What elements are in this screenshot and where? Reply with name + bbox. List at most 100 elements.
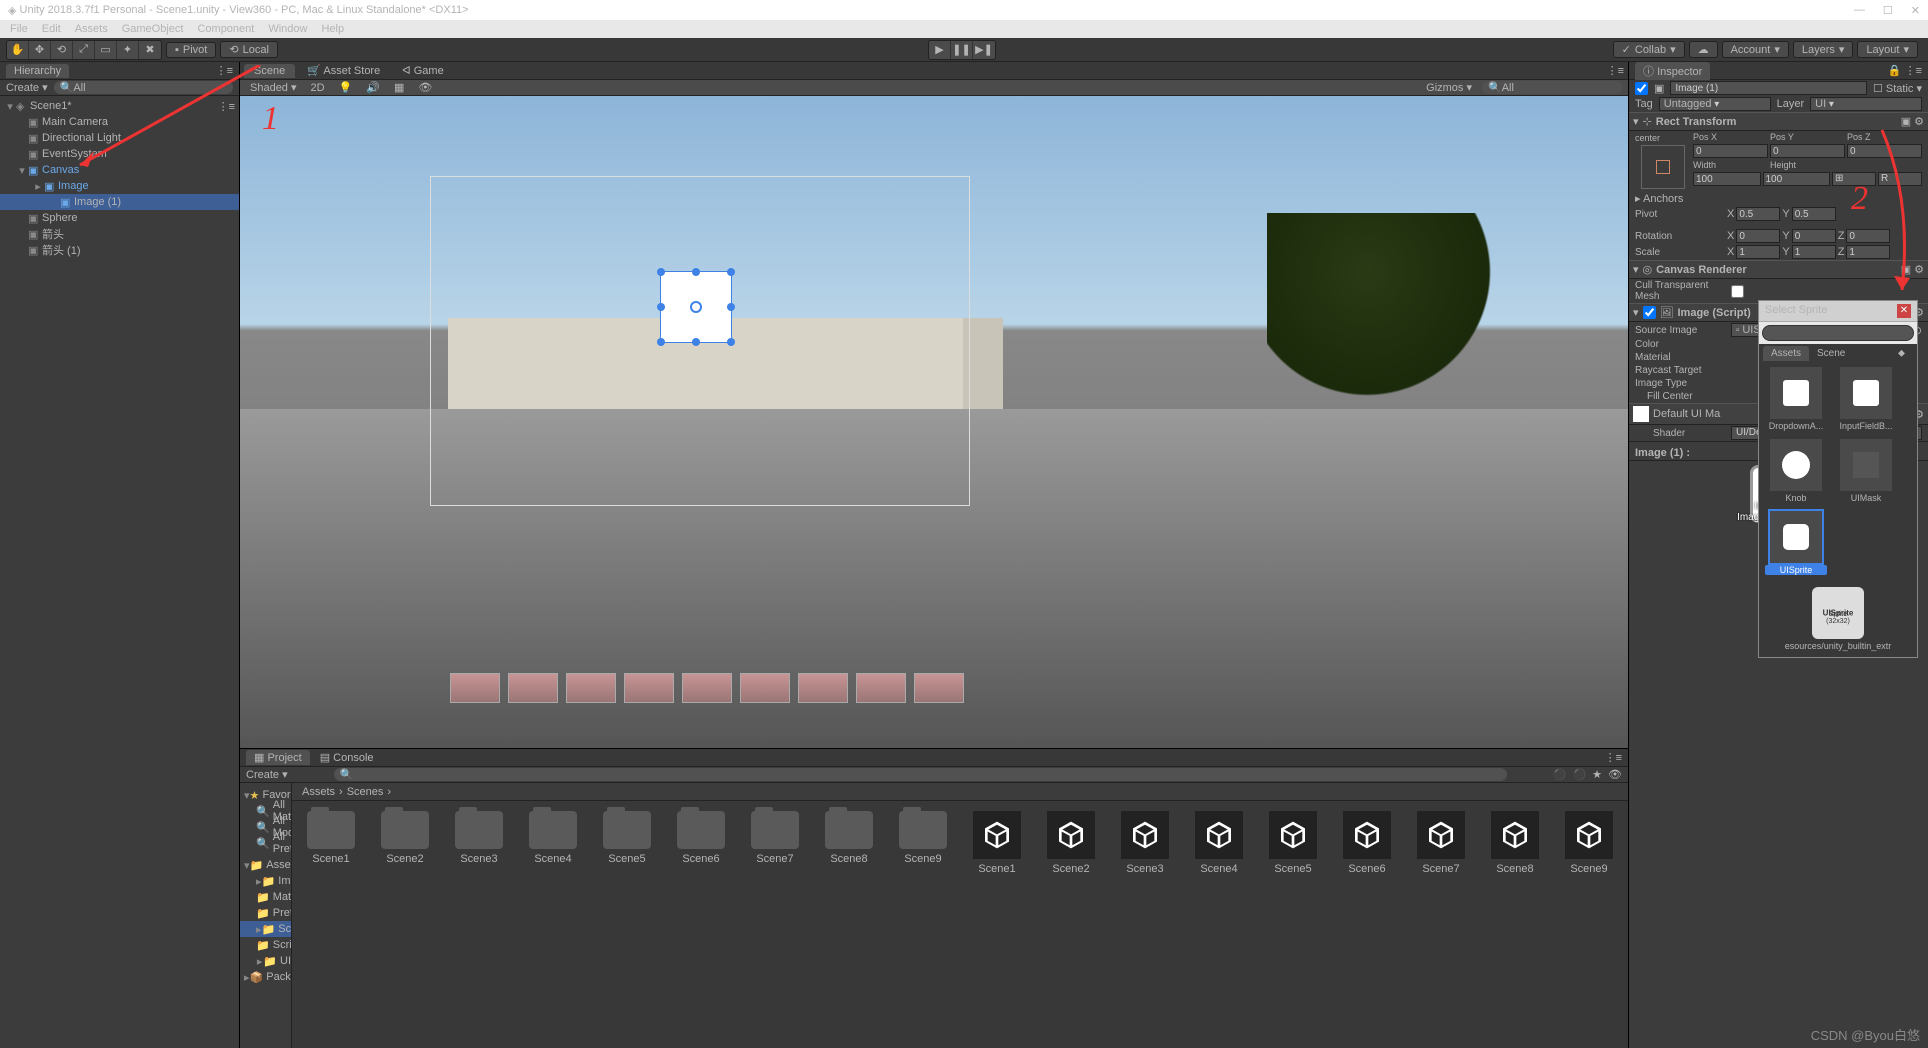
thumb-item[interactable] (798, 673, 848, 703)
thumb-item[interactable] (914, 673, 964, 703)
expand-icon[interactable]: ▾ (1633, 263, 1639, 276)
project-search[interactable]: 🔍 (334, 768, 1507, 781)
picker-tab-scene[interactable]: Scene (1809, 346, 1853, 361)
anchors-foldout[interactable]: ▸ Anchors (1635, 192, 1683, 205)
scale-z-field[interactable] (1846, 245, 1890, 259)
pause-button[interactable]: ❚❚ (951, 41, 973, 59)
scene-asset-item[interactable]: Scene3 (1116, 811, 1174, 875)
picker-tab-assets[interactable]: Assets (1763, 346, 1809, 361)
inspector-tab[interactable]: ⓘ Inspector (1635, 62, 1710, 80)
folder-item[interactable]: 📁 Prefab (240, 905, 291, 921)
fx-icon[interactable]: ▦ (390, 81, 408, 94)
maximize-button[interactable]: ☐ (1883, 4, 1893, 17)
folder-item[interactable]: Scene2 (376, 811, 434, 865)
hierarchy-item[interactable]: ▸▣Image (0, 178, 239, 194)
menu-help[interactable]: Help (315, 23, 350, 35)
menu-component[interactable]: Component (191, 23, 260, 35)
scene-asset-item[interactable]: Scene6 (1338, 811, 1396, 875)
pos-y-field[interactable] (1770, 144, 1845, 158)
project-tab[interactable]: ▦ Project (246, 750, 310, 765)
thumb-item[interactable] (682, 673, 732, 703)
breadcrumb-item[interactable]: Scenes (343, 786, 388, 798)
rot-x-field[interactable] (1736, 229, 1780, 243)
project-create-dropdown[interactable]: Create ▾ (246, 768, 288, 781)
height-field[interactable] (1763, 172, 1831, 186)
anchor-preset-button[interactable] (1641, 145, 1685, 189)
account-dropdown[interactable]: Account ▾ (1722, 41, 1789, 58)
layers-dropdown[interactable]: Layers ▾ (1793, 41, 1854, 58)
console-tab[interactable]: ▤ Console (310, 750, 384, 765)
menu-edit[interactable]: Edit (36, 23, 67, 35)
filter-icon[interactable]: ⚫ (1553, 768, 1567, 781)
pivot-x-field[interactable] (1736, 207, 1780, 221)
object-name-field[interactable] (1670, 81, 1867, 95)
filter-icon[interactable]: ⚫ (1572, 768, 1586, 781)
hand-tool-icon[interactable]: ✋ (7, 41, 29, 59)
picker-search-input[interactable] (1762, 325, 1914, 341)
create-dropdown[interactable]: Create ▾ (6, 81, 48, 94)
selected-image-gizmo[interactable] (660, 271, 732, 343)
pivot-toggle[interactable]: ▪Pivot (166, 42, 216, 58)
folder-item[interactable]: ▸📁 Image (240, 873, 291, 889)
move-tool-icon[interactable]: ✥ (29, 41, 51, 59)
scale-x-field[interactable] (1736, 245, 1780, 259)
hierarchy-item[interactable]: ▣箭头 (1) (0, 242, 239, 258)
sprite-picker-item[interactable]: InputFieldB... (1835, 367, 1897, 431)
hidden-icon[interactable]: 👁 (1608, 768, 1622, 781)
hierarchy-search[interactable]: 🔍All (54, 81, 233, 94)
hierarchy-item[interactable]: ▣Main Camera (0, 114, 239, 130)
sprite-picker-item[interactable]: DropdownA... (1765, 367, 1827, 431)
scene-asset-item[interactable]: Scene5 (1264, 811, 1322, 875)
thumb-item[interactable] (508, 673, 558, 703)
hierarchy-tab[interactable]: Hierarchy (6, 64, 69, 78)
breadcrumb-item[interactable]: Assets (298, 786, 339, 798)
close-button[interactable]: ✕ (1911, 4, 1920, 17)
fav-item[interactable]: 🔍 All Prefabs (240, 835, 291, 851)
menu-gameobject[interactable]: GameObject (116, 23, 190, 35)
thumb-item[interactable] (566, 673, 616, 703)
scene-menu-icon[interactable]: ⋮≡ (218, 100, 239, 113)
scene-asset-item[interactable]: Scene2 (1042, 811, 1100, 875)
panel-menu-icon[interactable]: ⋮≡ (216, 64, 233, 77)
folder-item[interactable]: 📁 Script (240, 937, 291, 953)
rot-y-field[interactable] (1792, 229, 1836, 243)
pos-z-field[interactable] (1847, 144, 1922, 158)
menu-assets[interactable]: Assets (69, 23, 114, 35)
lock-icon[interactable]: 🔒 ⋮≡ (1888, 64, 1922, 77)
scene-asset-item[interactable]: Scene9 (1560, 811, 1618, 875)
cull-mesh-checkbox[interactable] (1731, 285, 1744, 298)
pivot-y-field[interactable] (1792, 207, 1836, 221)
folder-item[interactable]: Scene6 (672, 811, 730, 865)
folder-item[interactable]: Scene1 (302, 811, 360, 865)
packages-root[interactable]: ▸📦 Packages (240, 969, 291, 985)
component-menu-icon[interactable]: ▣ ⚙ (1901, 263, 1924, 276)
tab-game[interactable]: ᐊ Game (392, 63, 453, 78)
minimize-button[interactable]: — (1854, 4, 1865, 17)
2d-toggle[interactable]: 2D (307, 82, 329, 94)
transform-tool-icon[interactable]: ✦ (117, 41, 139, 59)
picker-close-button[interactable]: ✕ (1897, 304, 1911, 318)
hierarchy-item[interactable]: ▣Sphere (0, 210, 239, 226)
scene-search[interactable]: 🔍All (1482, 81, 1622, 94)
layout-dropdown[interactable]: Layout ▾ (1857, 41, 1918, 58)
menu-window[interactable]: Window (262, 23, 313, 35)
scene-asset-item[interactable]: Scene1 (968, 811, 1026, 875)
folder-item[interactable]: Scene3 (450, 811, 508, 865)
hierarchy-item[interactable]: ▣箭头 (0, 226, 239, 242)
rot-z-field[interactable] (1846, 229, 1890, 243)
gizmos-dropdown[interactable]: Gizmos ▾ (1422, 81, 1476, 94)
rotate-tool-icon[interactable]: ⟲ (51, 41, 73, 59)
select-sprite-window[interactable]: Select Sprite✕ AssetsScene⬥ DropdownA...… (1758, 300, 1918, 658)
width-field[interactable] (1693, 172, 1761, 186)
save-search-icon[interactable]: ★ (1592, 768, 1602, 781)
panel-menu-icon[interactable]: ⋮≡ (1605, 751, 1622, 764)
static-checkbox[interactable]: ☐ Static ▾ (1873, 82, 1922, 95)
folder-item-scenes[interactable]: ▸📁 Scenes (240, 921, 291, 937)
sprite-picker-item[interactable]: UISprite (1765, 511, 1827, 575)
custom-tool-icon[interactable]: ✖ (139, 41, 161, 59)
expand-icon[interactable]: ▾ (1633, 115, 1639, 128)
component-menu-icon[interactable]: ▣ ⚙ (1901, 115, 1924, 128)
hidden-icon[interactable]: 👁 (414, 81, 436, 94)
scale-y-field[interactable] (1792, 245, 1836, 259)
folder-item[interactable]: Scene4 (524, 811, 582, 865)
